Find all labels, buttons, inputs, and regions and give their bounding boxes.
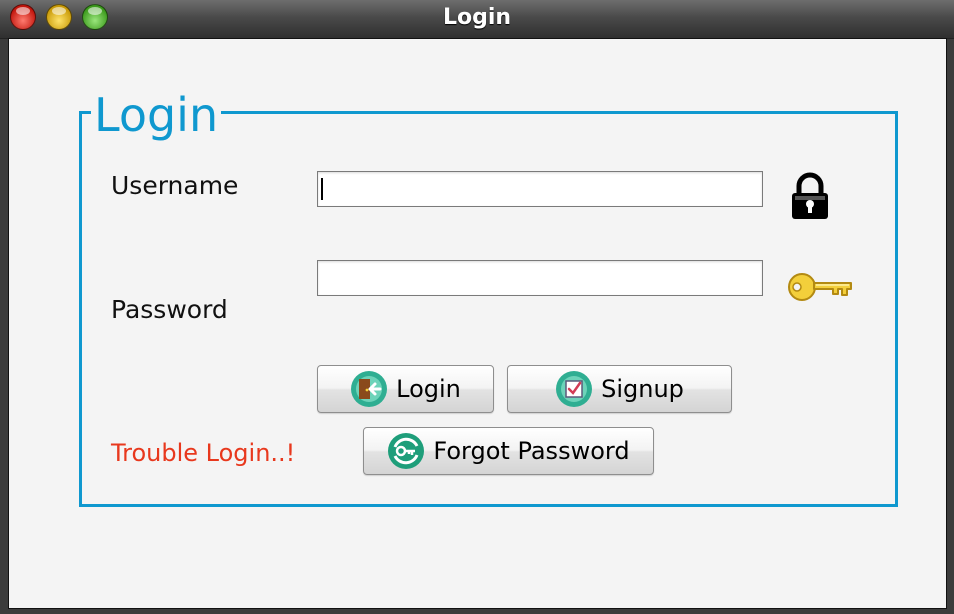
username-field[interactable] (317, 171, 763, 207)
forgot-password-label: Forgot Password (433, 437, 630, 465)
password-label: Password (111, 295, 228, 324)
title-bar: Login (0, 0, 954, 39)
text-cursor (321, 178, 323, 200)
login-group-title: Login (91, 87, 222, 143)
login-button-label: Login (396, 375, 461, 403)
content-panel: Login Username Password Login Signup Tro… (8, 38, 947, 609)
window-title: Login (442, 5, 512, 30)
door-exit-icon (351, 371, 388, 407)
key-icon (788, 273, 852, 301)
signup-button-label: Signup (601, 375, 684, 403)
password-field[interactable] (317, 260, 763, 296)
lock-icon (792, 172, 828, 219)
signup-button[interactable]: Signup (507, 365, 732, 413)
login-button[interactable]: Login (317, 365, 494, 413)
checklist-icon (556, 371, 593, 407)
trouble-login-text: Trouble Login..! (111, 439, 296, 467)
forgot-password-button[interactable]: Forgot Password (363, 427, 654, 475)
key-refresh-icon (388, 433, 425, 469)
username-label: Username (111, 171, 239, 200)
